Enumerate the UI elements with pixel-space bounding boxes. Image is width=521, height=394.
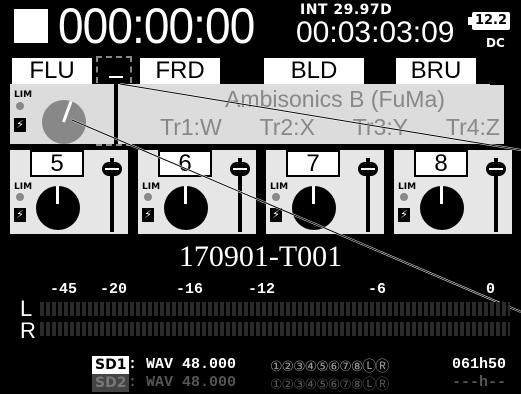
sd2-badge[interactable]: SD2 bbox=[92, 374, 130, 392]
meter-scale-label: -20 bbox=[100, 281, 128, 298]
sd1-tracks: ①②③④⑤⑥⑦⑧ⓁⓇ bbox=[270, 359, 389, 375]
meter-scale-label: -16 bbox=[176, 281, 204, 298]
level-meter-right bbox=[40, 322, 510, 336]
level-meter-left bbox=[40, 302, 510, 316]
sd1-format: : WAV 48.000 bbox=[128, 356, 237, 373]
meter-scale-label: -45 bbox=[50, 281, 78, 298]
sd1-badge[interactable]: SD1 bbox=[92, 356, 130, 374]
sd2-format: : WAV 48.000 bbox=[128, 374, 237, 391]
sd2-remaining: ---h-- bbox=[452, 374, 507, 391]
sd1-remaining: 061h50 bbox=[452, 356, 507, 373]
meter-scale-label: -6 bbox=[368, 281, 387, 298]
meter-scale-label: -12 bbox=[248, 281, 276, 298]
take-name: 170901-T001 bbox=[178, 240, 343, 273]
meter-scale-label: 0 bbox=[486, 281, 496, 298]
sd2-tracks: ①②③④⑤⑥⑦⑧ⓁⓇ bbox=[270, 377, 389, 393]
meter-channel-label: R bbox=[20, 318, 36, 343]
